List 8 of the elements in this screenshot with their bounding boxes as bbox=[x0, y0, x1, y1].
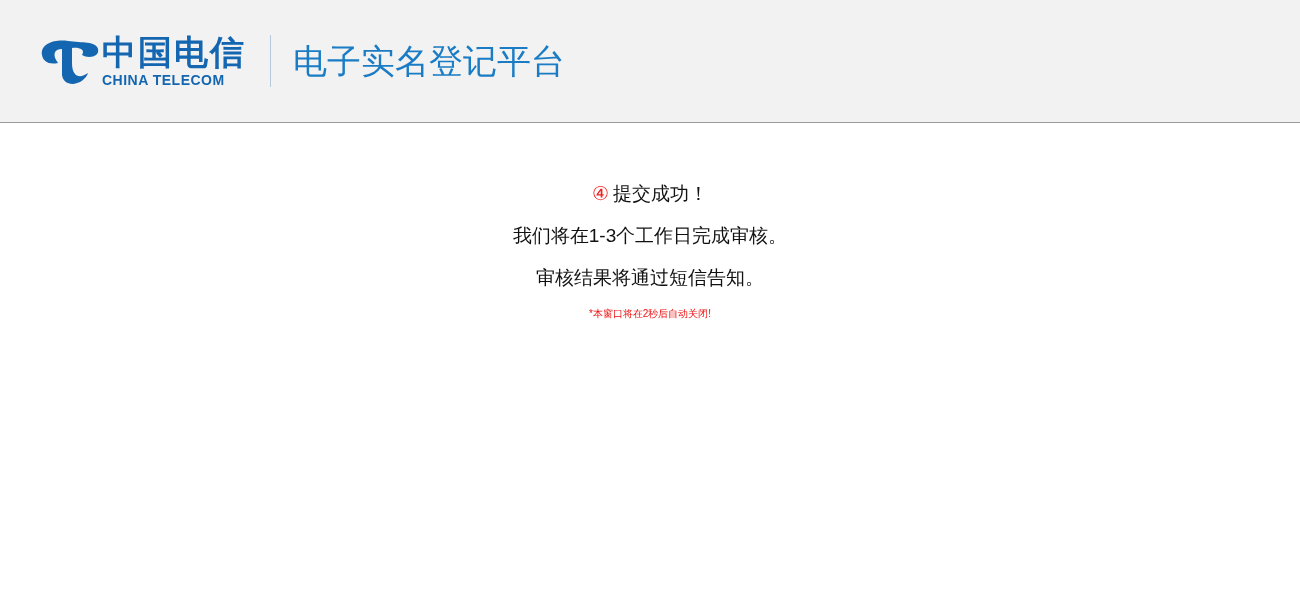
platform-title: 电子实名登记平台 bbox=[293, 44, 565, 78]
logo-chinese-text: 中国电信 bbox=[102, 35, 246, 69]
auto-close-notice: *本窗口将在2秒后自动关闭! bbox=[588, 307, 712, 321]
success-title: 提交成功！ bbox=[613, 181, 708, 206]
logo-english-text: CHINA TELECOM bbox=[102, 73, 226, 87]
info-text: 我们将在1-3个工作日完成审核。 bbox=[512, 224, 788, 248]
info-text: 审核结果将通过短信告知。 bbox=[536, 266, 764, 290]
step-number: ④ bbox=[592, 181, 609, 206]
